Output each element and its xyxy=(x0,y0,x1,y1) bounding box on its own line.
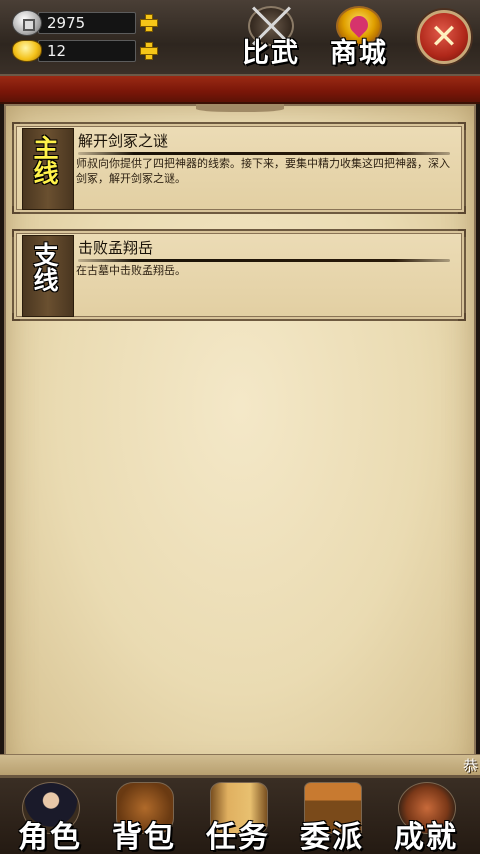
card-corner xyxy=(12,206,20,214)
duel-button[interactable]: 比武 xyxy=(236,2,306,72)
duel-label: 比武 xyxy=(242,38,300,69)
gold-ingot-icon xyxy=(12,40,42,62)
bottom-nav: 角色 背包 任务 委派 成就 xyxy=(0,776,480,854)
side-quest-title: 击败孟翔岳 xyxy=(78,239,154,257)
close-button[interactable]: ✕ xyxy=(417,10,471,64)
card-corner xyxy=(12,313,20,321)
shop-button[interactable]: 商城 xyxy=(324,2,394,72)
card-corner xyxy=(458,206,466,214)
add-silver-plus-icon[interactable] xyxy=(140,14,158,32)
card-corner xyxy=(458,122,466,130)
card-corner xyxy=(458,229,466,237)
add-gold-plus-icon[interactable] xyxy=(140,42,158,60)
title-brush-divider xyxy=(78,259,450,262)
nav-quests-label: 任务 xyxy=(206,820,270,854)
main-quest-card[interactable]: 主线 解开剑冢之谜 师叔向你提供了四把神器的线索。接下来，要集中精力收集这四把神… xyxy=(12,122,466,214)
marquee-text: 恭 xyxy=(462,757,478,775)
top-bar: 2975 12 比武 商城 ✕ xyxy=(0,0,480,76)
parchment-ornament xyxy=(196,104,284,112)
main-quest-tag-text: 主线 xyxy=(30,135,59,185)
nav-dispatch-label: 委派 xyxy=(300,820,364,854)
main-quest-description: 师叔向你提供了四把神器的线索。接下来，要集中精力收集这四把神器，深入剑冢，解开剑… xyxy=(76,157,450,185)
gold-currency: 12 xyxy=(12,38,158,64)
nav-backpack[interactable]: 背包 xyxy=(98,778,190,854)
main-quest-tag: 主线 xyxy=(22,128,74,210)
nav-character[interactable]: 角色 xyxy=(4,778,96,854)
silver-coin-icon xyxy=(12,10,42,36)
announcement-marquee: 恭 xyxy=(0,754,480,776)
nav-character-label: 角色 xyxy=(18,820,82,854)
red-header-band xyxy=(0,76,480,104)
close-icon: ✕ xyxy=(429,17,459,57)
nav-quests[interactable]: 任务 xyxy=(192,778,284,854)
nav-backpack-label: 背包 xyxy=(112,820,176,854)
main-quest-title: 解开剑冢之谜 xyxy=(78,132,169,150)
silver-currency: 2975 xyxy=(12,10,158,36)
shop-label: 商城 xyxy=(330,38,388,69)
card-corner xyxy=(12,122,20,130)
card-corner xyxy=(12,229,20,237)
silver-amount: 2975 xyxy=(38,12,136,34)
nav-dispatch[interactable]: 委派 xyxy=(286,778,378,854)
side-quest-tag: 支线 xyxy=(22,235,74,317)
side-quest-card[interactable]: 支线 击败孟翔岳 在古墓中击败孟翔岳。 xyxy=(12,229,466,321)
side-quest-tag-text: 支线 xyxy=(30,242,59,292)
side-quest-description: 在古墓中击败孟翔岳。 xyxy=(76,264,186,277)
title-brush-divider xyxy=(78,152,450,155)
gold-amount: 12 xyxy=(38,40,136,62)
card-corner xyxy=(458,313,466,321)
nav-achievements[interactable]: 成就 xyxy=(380,778,472,854)
nav-achievements-label: 成就 xyxy=(394,820,458,854)
